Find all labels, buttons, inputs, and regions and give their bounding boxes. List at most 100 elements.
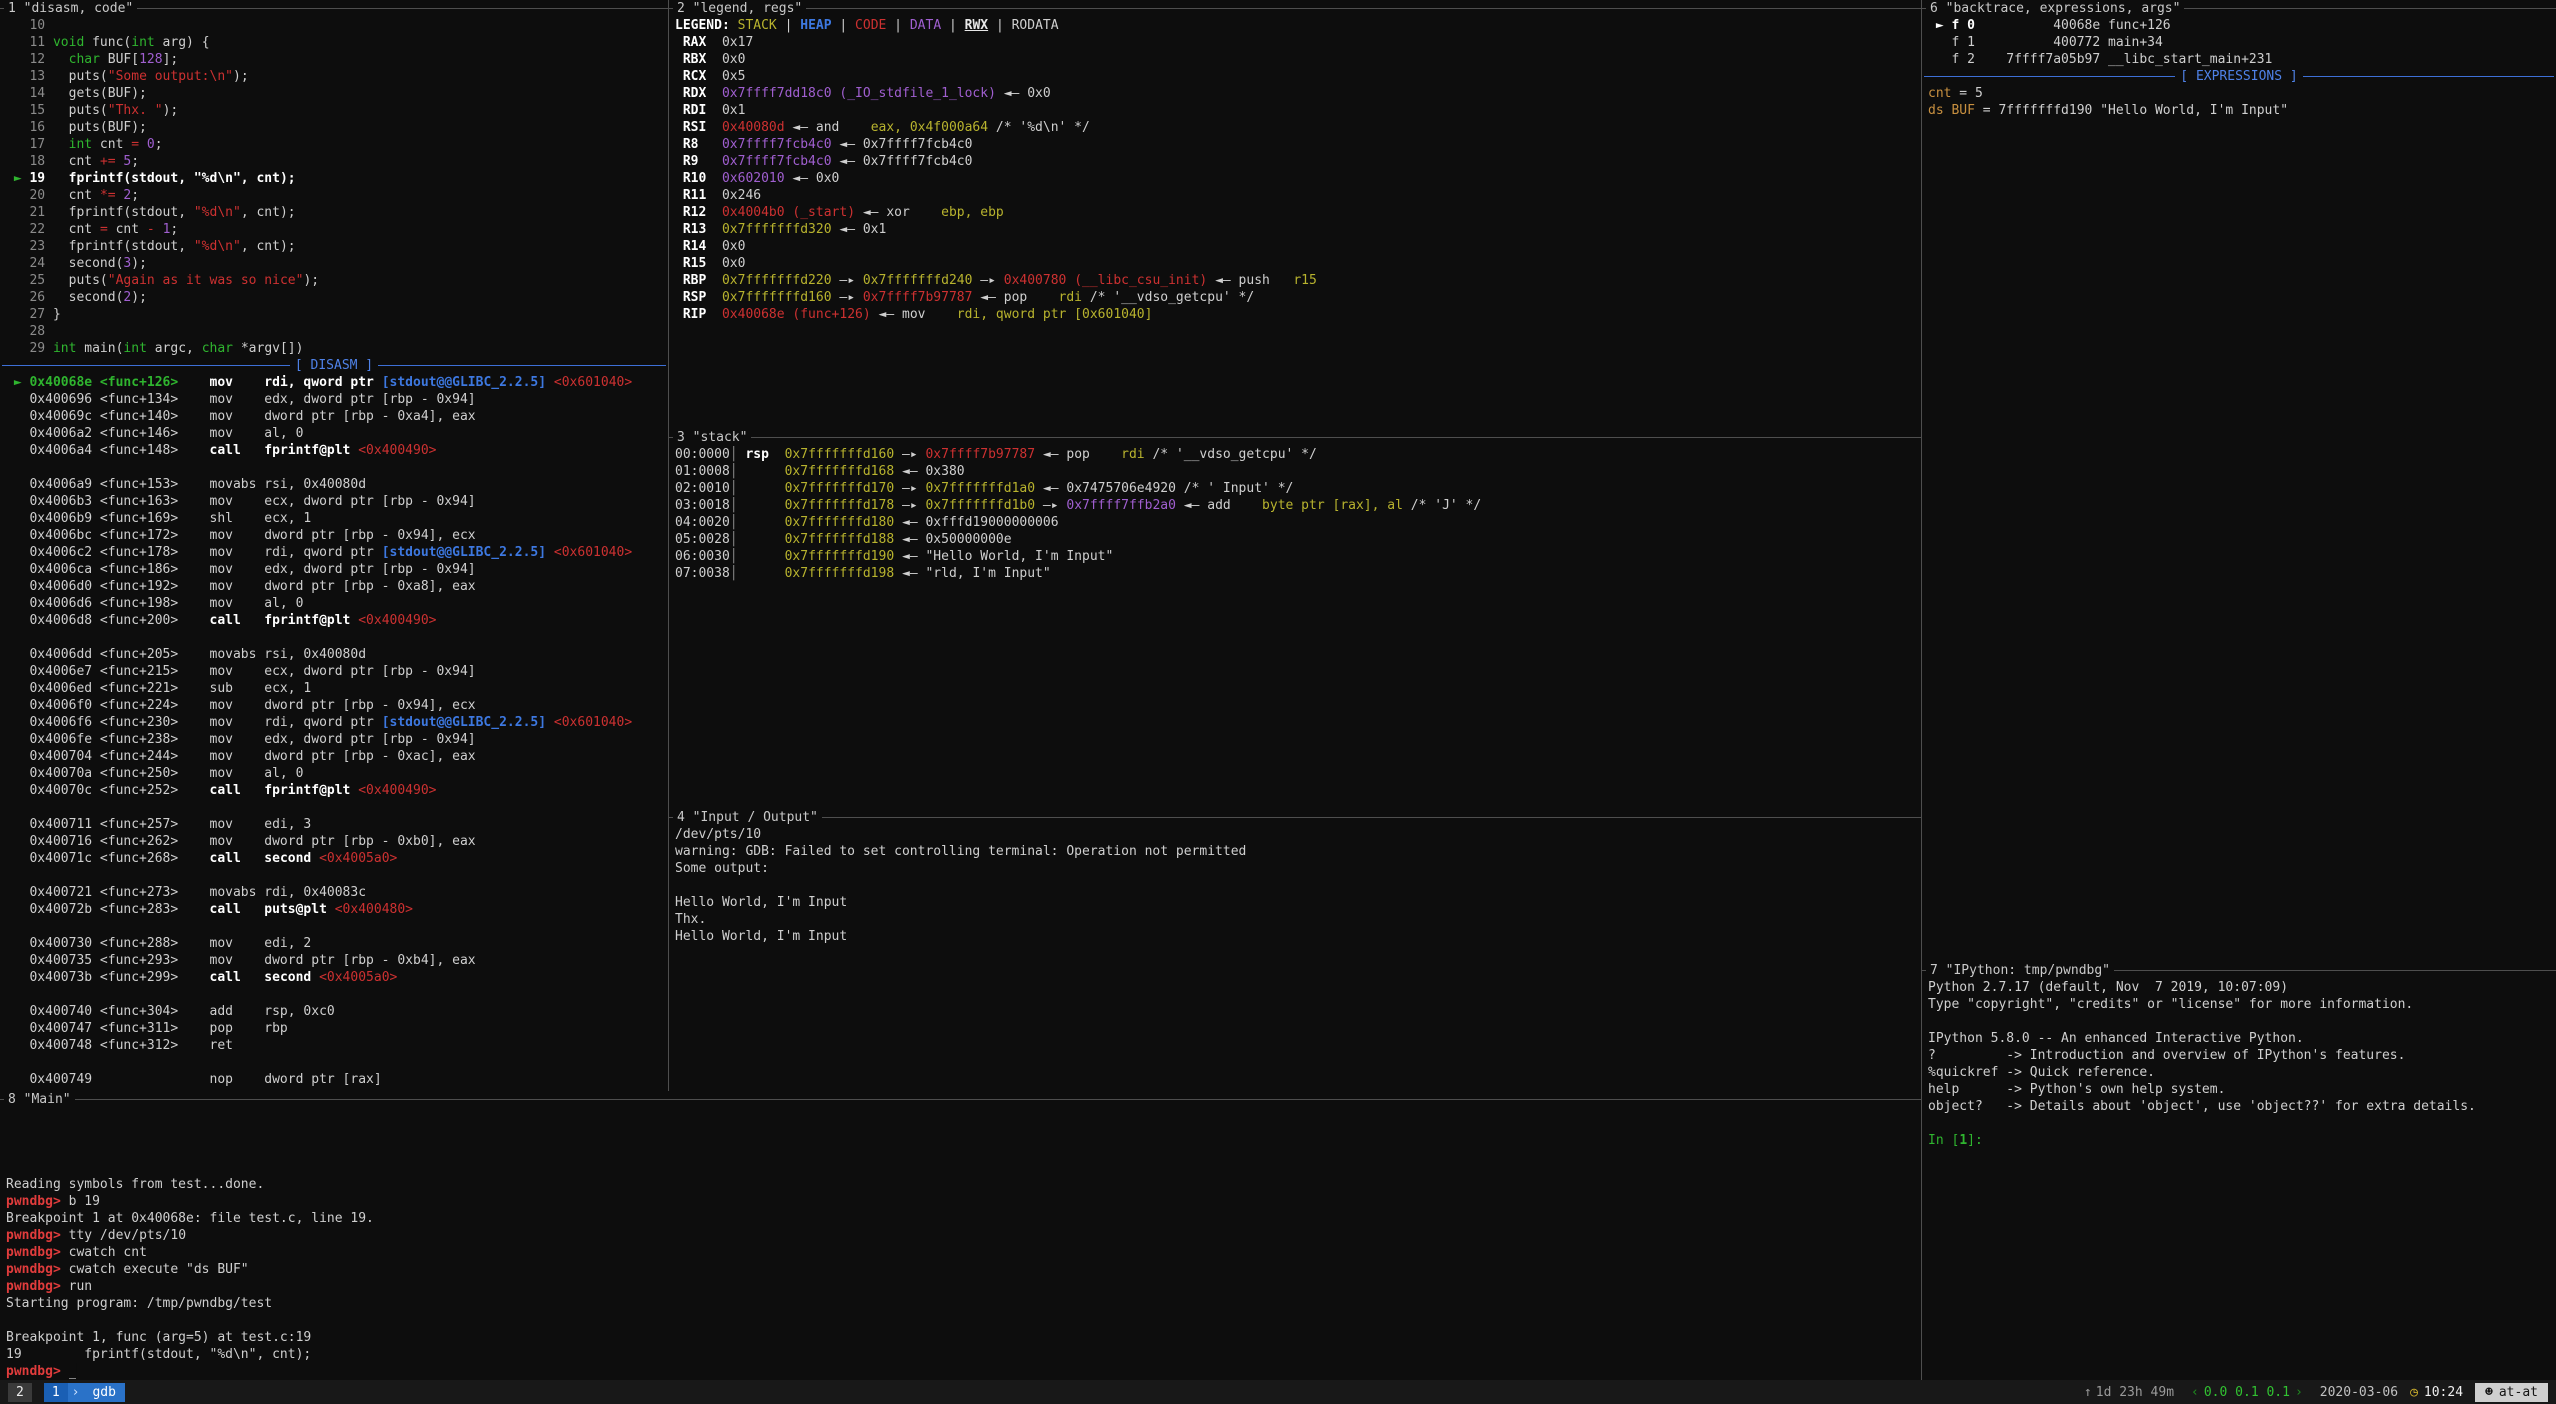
terminal-line <box>6 1125 1921 1142</box>
terminal-line: RDI 0x1 <box>675 102 1921 119</box>
terminal-line: ► f 0 40068e func+126 <box>1928 17 2556 34</box>
window-index: 1 <box>44 1383 68 1402</box>
pane-input-output[interactable]: 4 "Input / Output" /dev/pts/10warning: G… <box>669 809 1921 1091</box>
chevron-right-icon: › <box>68 1383 84 1402</box>
terminal-line <box>6 918 668 935</box>
terminal-line: 0x400730 <func+288> mov edi, 2 <box>6 935 668 952</box>
terminal-line: RSI 0x40080d ◄— and eax, 0x4f000a64 /* '… <box>675 119 1921 136</box>
terminal-line <box>6 1108 1921 1125</box>
terminal-line: R15 0x0 <box>675 255 1921 272</box>
terminal-line: 0x4006d6 <func+198> mov al, 0 <box>6 595 668 612</box>
terminal-line: 0x4006e7 <func+215> mov ecx, dword ptr [… <box>6 663 668 680</box>
terminal-line: 18 cnt += 5; <box>6 153 668 170</box>
terminal-line: LEGEND: STACK | HEAP | CODE | DATA | RWX… <box>675 17 1921 34</box>
terminal-line: f 2 7ffff7a05b97 __libc_start_main+231 <box>1928 51 2556 68</box>
terminal-line: 14 gets(BUF); <box>6 85 668 102</box>
terminal-line: pwndbg> █ <box>6 1363 1921 1380</box>
terminal-line: 29 int main(int argc, char *argv[]) <box>6 340 668 357</box>
terminal-line: RCX 0x5 <box>675 68 1921 85</box>
terminal-line: Hello World, I'm Input <box>675 894 1921 911</box>
terminal-line: ds BUF = 7fffffffd190 "Hello World, I'm … <box>1928 102 2556 119</box>
terminal-line: Starting program: /tmp/pwndbg/test <box>6 1295 1921 1312</box>
pane-title-label: 1 "disasm, code" <box>4 0 137 17</box>
pane-disasm-code[interactable]: 1 "disasm, code" 10 11 void func(int arg… <box>0 0 668 1091</box>
pane-title-label: 6 "backtrace, expressions, args" <box>1926 0 2184 17</box>
terminal-line: IPython 5.8.0 -- An enhanced Interactive… <box>1928 1030 2556 1047</box>
terminal-line: 0x4006bc <func+172> mov dword ptr [rbp -… <box>6 527 668 544</box>
time-value: 10:24 <box>2424 1385 2463 1400</box>
backtrace-frames-listing: ► f 0 40068e func+126 f 1 400772 main+34… <box>1922 17 2556 68</box>
ipython-console-listing[interactable]: Python 2.7.17 (default, Nov 7 2019, 10:0… <box>1922 979 2556 1149</box>
pane-title-label: 2 "legend, regs" <box>673 0 806 17</box>
status-bar-left: 2 1›gdb <box>8 1383 125 1402</box>
terminal-line: 27 } <box>6 306 668 323</box>
terminal-line: 0x4006d0 <func+192> mov dword ptr [rbp -… <box>6 578 668 595</box>
terminal-line: 10 <box>6 17 668 34</box>
terminal-line: 0x400716 <func+262> mov dword ptr [rbp -… <box>6 833 668 850</box>
terminal-line: 06:0030│ 0x7fffffffd190 ◄— "Hello World,… <box>675 548 1921 565</box>
source-code-listing: 10 11 void func(int arg) { 12 char BUF[1… <box>0 17 668 357</box>
status-bar-right: ↑1d 23h 49m ‹0.0 0.1 0.1› 2020-03-06 ◷10… <box>2084 1383 2548 1402</box>
tmux-terminal-screen: 1 "disasm, code" 10 11 void func(int arg… <box>0 0 2556 1404</box>
tmux-status-bar: 2 1›gdb ↑1d 23h 49m ‹0.0 0.1 0.1› 2020-0… <box>0 1380 2556 1404</box>
terminal-line: 07:0038│ 0x7fffffffd198 ◄— "rld, I'm Inp… <box>675 565 1921 582</box>
expressions-section-divider: [ EXPRESSIONS ] <box>1924 68 2554 85</box>
time-display: ◷10:24 <box>2410 1384 2463 1401</box>
terminal-line: pwndbg> b 19 <box>6 1193 1921 1210</box>
pane-backtrace-expressions[interactable]: 6 "backtrace, expressions, args" ► f 0 4… <box>1922 0 2556 962</box>
terminal-line <box>6 1312 1921 1329</box>
terminal-line: 0x4006ed <func+221> sub ecx, 1 <box>6 680 668 697</box>
terminal-line <box>6 1142 1921 1159</box>
gdb-console-listing[interactable]: Reading symbols from test...done.pwndbg>… <box>0 1108 1921 1380</box>
terminal-line: 0x4006ca <func+186> mov edx, dword ptr [… <box>6 561 668 578</box>
terminal-line <box>1928 1115 2556 1132</box>
terminal-line: 00:0000│ rsp 0x7fffffffd160 —▸ 0x7ffff7b… <box>675 446 1921 463</box>
terminal-line <box>1928 1013 2556 1030</box>
terminal-line: 0x400748 <func+312> ret <box>6 1037 668 1054</box>
terminal-line: 12 char BUF[128]; <box>6 51 668 68</box>
terminal-line: 0x40070a <func+250> mov al, 0 <box>6 765 668 782</box>
terminal-line: /dev/pts/10 <box>675 826 1921 843</box>
terminal-line: Type "copyright", "credits" or "license"… <box>1928 996 2556 1013</box>
terminal-line: Hello World, I'm Input <box>675 928 1921 945</box>
terminal-line: RSP 0x7fffffffd160 —▸ 0x7ffff7b97787 ◄— … <box>675 289 1921 306</box>
expressions-listing: cnt = 5ds BUF = 7fffffffd190 "Hello Worl… <box>1922 85 2556 119</box>
pane-title-label: 4 "Input / Output" <box>673 809 822 826</box>
terminal-line: 0x4006a9 <func+153> movabs rsi, 0x40080d <box>6 476 668 493</box>
terminal-line: R12 0x4004b0 (_start) ◄— xor ebp, ebp <box>675 204 1921 221</box>
terminal-line: object? -> Details about 'object', use '… <box>1928 1098 2556 1115</box>
terminal-line: ? -> Introduction and overview of IPytho… <box>1928 1047 2556 1064</box>
terminal-line: pwndbg> tty /dev/pts/10 <box>6 1227 1921 1244</box>
pane-ipython[interactable]: 7 "IPython: tmp/pwndbg" Python 2.7.17 (d… <box>1922 962 2556 1380</box>
terminal-line: 0x4006dd <func+205> movabs rsi, 0x40080d <box>6 646 668 663</box>
pane-regs-title-bar: 2 "legend, regs" <box>669 0 1921 17</box>
terminal-line: 0x4006b3 <func+163> mov ecx, dword ptr [… <box>6 493 668 510</box>
tmux-window-tab-gdb[interactable]: 1›gdb <box>44 1383 125 1402</box>
terminal-line: 25 puts("Again as it was so nice"); <box>6 272 668 289</box>
hostname-value: at-at <box>2499 1385 2538 1400</box>
pane-stack-title-bar: 3 "stack" <box>669 429 1921 446</box>
window-name: gdb <box>83 1383 124 1402</box>
tmux-session-badge[interactable]: 2 <box>8 1383 32 1402</box>
pane-legend-registers[interactable]: 2 "legend, regs" LEGEND: STACK | HEAP | … <box>669 0 1921 429</box>
user-icon: ☻ <box>2485 1385 2493 1400</box>
terminal-line: f 1 400772 main+34 <box>1928 34 2556 51</box>
terminal-line: Python 2.7.17 (default, Nov 7 2019, 10:0… <box>1928 979 2556 996</box>
pane-stack[interactable]: 3 "stack" 00:0000│ rsp 0x7fffffffd160 —▸… <box>669 429 1921 809</box>
disasm-section-label: [ DISASM ] <box>290 357 378 374</box>
terminal-line: 05:0028│ 0x7fffffffd188 ◄— 0x50000000e <box>675 531 1921 548</box>
pane-main-gdb-console[interactable]: 8 "Main" Reading symbols from test...don… <box>0 1091 1921 1380</box>
terminal-line <box>6 459 668 476</box>
terminal-line: 0x40070c <func+252> call fprintf@plt <0x… <box>6 782 668 799</box>
program-output-listing: /dev/pts/10warning: GDB: Failed to set c… <box>669 826 1921 945</box>
terminal-line: 0x4006d8 <func+200> call fprintf@plt <0x… <box>6 612 668 629</box>
terminal-line: ► 0x40068e <func+126> mov rdi, qword ptr… <box>6 374 668 391</box>
terminal-line: 20 cnt *= 2; <box>6 187 668 204</box>
uptime-value: 1d 23h 49m <box>2096 1385 2174 1400</box>
terminal-line: pwndbg> cwatch execute "ds BUF" <box>6 1261 1921 1278</box>
terminal-line: 28 <box>6 323 668 340</box>
disasm-section-divider: [ DISASM ] <box>2 357 666 374</box>
terminal-line: 13 puts("Some output:\n"); <box>6 68 668 85</box>
pane-title-label: 7 "IPython: tmp/pwndbg" <box>1926 962 2114 979</box>
pane-disasm-title-bar: 1 "disasm, code" <box>0 0 668 17</box>
